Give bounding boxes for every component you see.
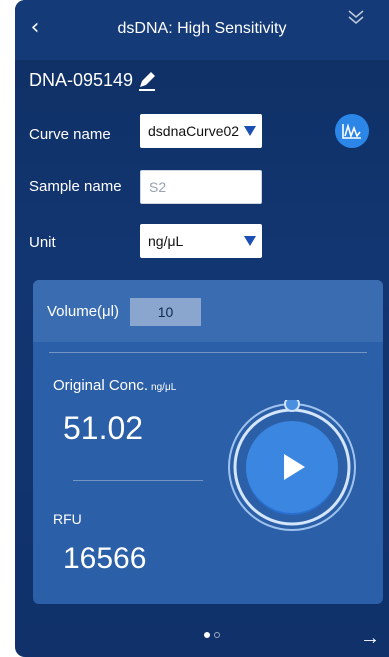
unit-select[interactable]: ng/μL [140,224,262,258]
sample-id: DNA-095149 [29,70,134,90]
double-chevron-down-icon[interactable] [345,6,367,28]
pencil-icon[interactable] [136,69,158,91]
divider [49,352,367,353]
sample-name-input[interactable] [140,170,262,204]
original-conc-unit: ng/μL [151,382,177,393]
original-conc-label: Original Conc. ng/μL [53,377,176,394]
sample-name-label: Sample name [29,178,122,195]
page-title: dsDNA: High Sensitivity [117,20,287,37]
curve-chart-icon[interactable] [335,114,369,148]
top-bar: ‹ dsDNA: High Sensitivity [15,0,389,60]
curve-chart-glyph [342,123,361,139]
arrow-right-icon[interactable]: → [360,627,380,650]
rfu-label: RFU [53,511,82,527]
volume-input[interactable]: 10 [130,298,201,326]
divider [73,480,203,481]
chevron-down-icon [244,126,256,136]
rfu-value: 16566 [63,542,147,575]
page-indicator-active [204,632,210,638]
unit-label: Unit [29,234,56,251]
volume-label: Volume(μl) [47,303,119,320]
chevron-down-icon [244,236,256,246]
curve-name-select[interactable]: dsdnaCurve02 [140,114,262,148]
original-conc-value: 51.02 [63,410,144,446]
original-conc-text: Original Conc. [53,377,149,394]
measurement-card: Volume(μl) 10 Original Conc. ng/μL 51.02 … [33,280,383,604]
curve-name-label: Curve name [29,126,111,143]
play-icon[interactable] [225,400,359,534]
volume-row: Volume(μl) 10 [33,280,383,342]
app-screen: ‹ dsDNA: High Sensitivity DNA-095149 Cur… [15,0,389,657]
page-indicator [214,632,220,638]
unit-value: ng/μL [148,233,184,249]
curve-name-value: dsdnaCurve02 [148,123,240,139]
